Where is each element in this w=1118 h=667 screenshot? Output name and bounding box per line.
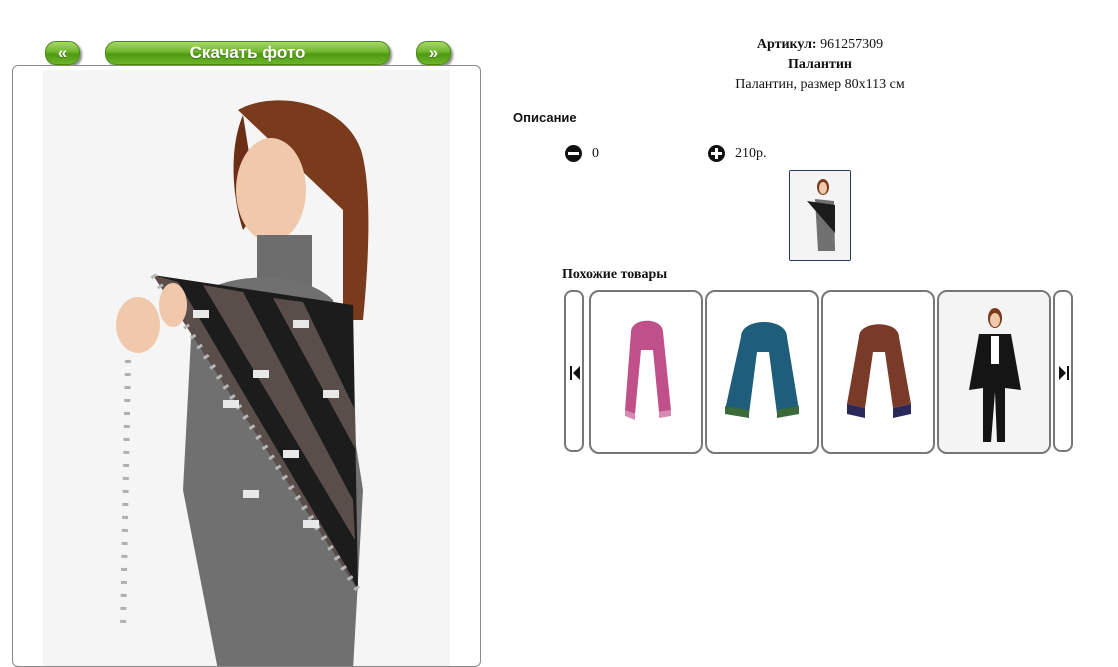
plus-icon[interactable] [708,145,725,162]
article-value: 961257309 [816,37,884,52]
carousel-next-button[interactable] [1053,290,1073,452]
product-thumbnail[interactable] [789,170,851,261]
teal-scarf-image [725,322,799,418]
similar-product-card[interactable] [821,290,935,454]
brown-paisley-scarf-image [847,324,911,418]
quantity-value: 0 [592,146,599,161]
minus-icon[interactable] [565,145,582,162]
download-photo-button[interactable]: Скачать фото [105,41,390,65]
main-photo-frame [12,65,481,667]
similar-product-card[interactable] [589,290,703,454]
product-photo[interactable] [43,70,450,667]
prev-photo-button[interactable]: « [45,41,80,65]
black-wrap-model-image [939,292,1049,452]
thumbnail-image [790,171,850,260]
skip-forward-icon [1059,366,1069,380]
article-label: Артикул: [756,37,817,52]
price-value: 210р. [735,146,767,161]
skip-back-icon [570,366,580,380]
next-photo-button[interactable]: » [416,41,451,65]
carousel-prev-button[interactable] [564,290,584,452]
product-description-text: Палантин, размер 80х113 см [735,77,905,92]
description-heading: Описание [513,110,577,125]
product-name: Палантин [788,57,852,72]
similar-products-heading: Похожие товары [562,267,668,282]
article-line: Артикул: 961257309 [520,37,1118,53]
similar-product-card[interactable] [937,290,1051,454]
pink-scarf-image [625,320,671,420]
similar-product-card[interactable] [705,290,819,454]
